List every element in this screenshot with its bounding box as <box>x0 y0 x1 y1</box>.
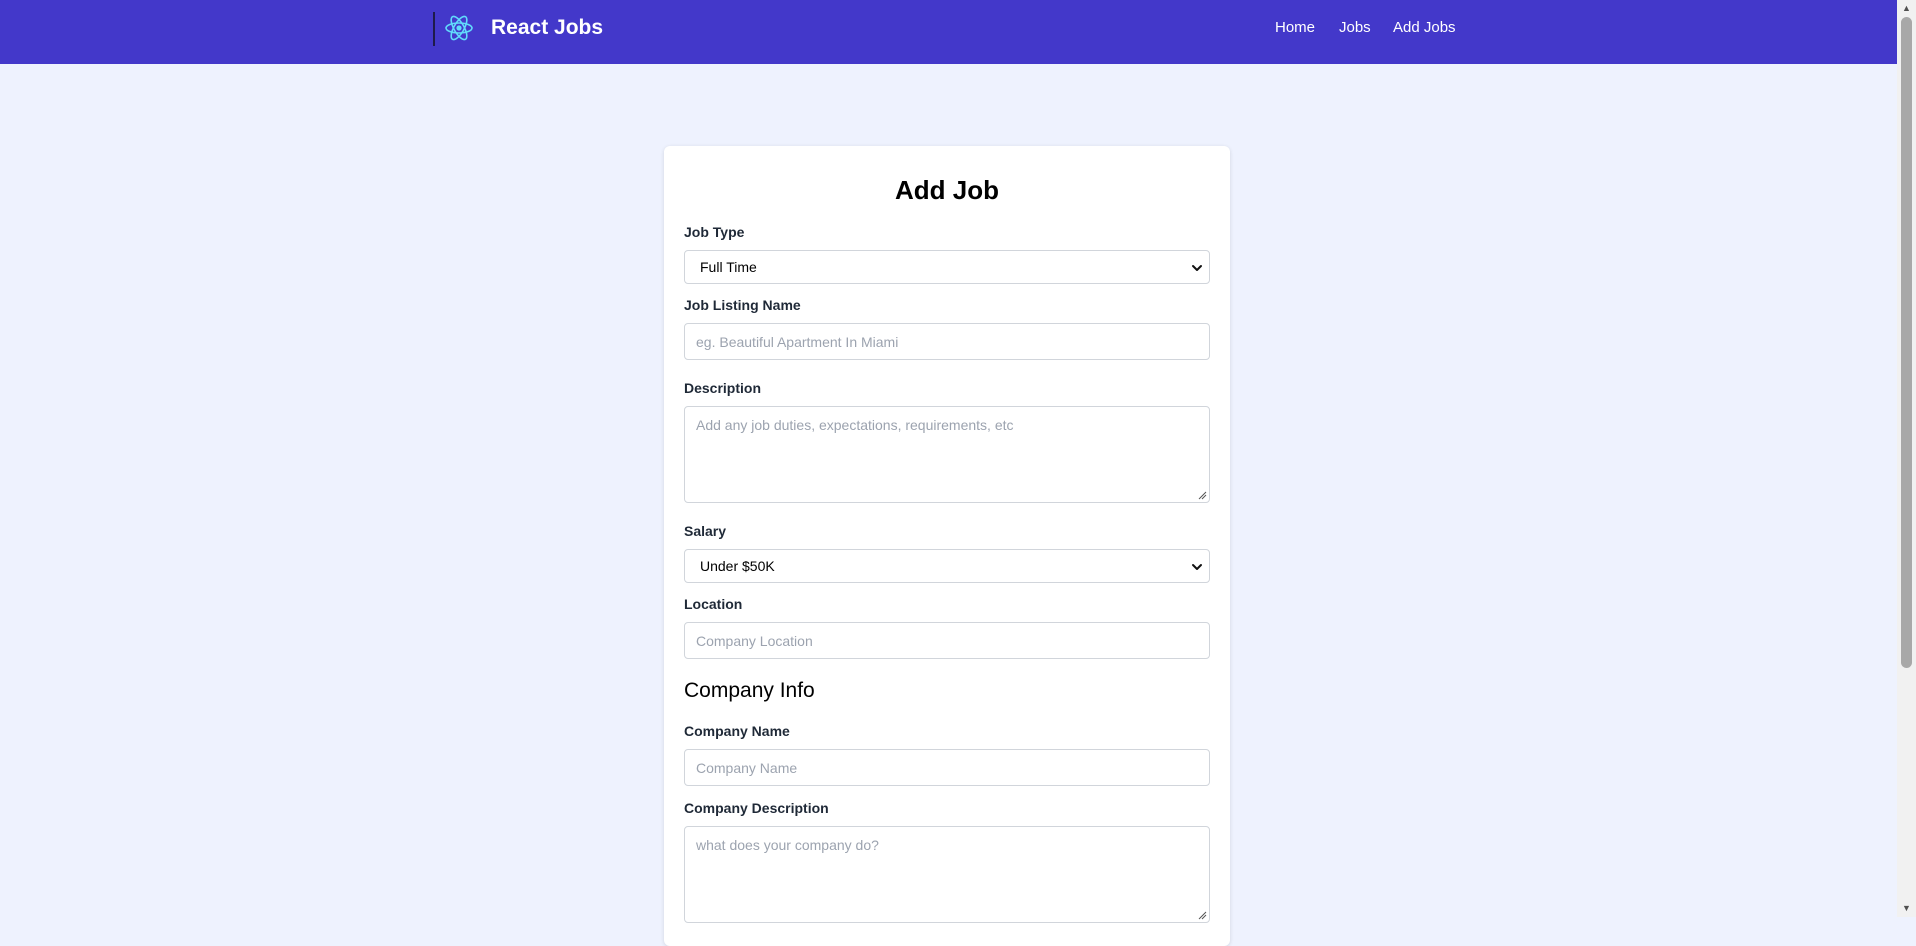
chevron-down-icon <box>1192 564 1202 570</box>
job-listing-name-input[interactable]: eg. Beautiful Apartment In Miami <box>684 323 1210 360</box>
company-description-placeholder: what does your company do? <box>696 837 879 853</box>
nav-link-home[interactable]: Home <box>1275 19 1315 37</box>
company-description-label: Company Description <box>684 800 829 816</box>
nav-divider <box>433 12 435 46</box>
job-listing-name-placeholder: eg. Beautiful Apartment In Miami <box>696 334 899 350</box>
scrollbar-thumb[interactable] <box>1901 17 1912 668</box>
salary-label: Salary <box>684 523 727 539</box>
nav-link-jobs[interactable]: Jobs <box>1339 19 1371 37</box>
scroll-down-arrow-icon[interactable]: ▼ <box>1897 900 1916 917</box>
description-label: Description <box>684 380 762 396</box>
company-name-input[interactable]: Company Name <box>684 749 1210 786</box>
job-listing-name-label: Job Listing Name <box>684 297 801 313</box>
job-type-select[interactable]: Full Time <box>684 250 1210 284</box>
salary-selected-value: Under $50K <box>700 558 775 574</box>
page-scrollbar[interactable]: ▲ ▼ <box>1897 0 1916 917</box>
salary-select[interactable]: Under $50K <box>684 549 1210 583</box>
description-placeholder: Add any job duties, expectations, requir… <box>696 417 1014 433</box>
description-textarea[interactable]: Add any job duties, expectations, requir… <box>684 406 1210 503</box>
scroll-up-arrow-icon[interactable]: ▲ <box>1897 0 1916 17</box>
location-label: Location <box>684 596 743 612</box>
resize-handle-icon[interactable] <box>1198 911 1207 920</box>
resize-handle-icon[interactable] <box>1198 491 1207 500</box>
job-type-label: Job Type <box>684 224 745 240</box>
company-name-label: Company Name <box>684 723 790 739</box>
navbar: React Jobs Home Jobs Add Jobs <box>0 0 1897 64</box>
nav-link-add-jobs[interactable]: Add Jobs <box>1393 19 1456 37</box>
brand-name[interactable]: React Jobs <box>491 15 603 41</box>
add-job-form-card: Add Job Job Type Full Time Job Listing N… <box>664 146 1230 946</box>
company-name-placeholder: Company Name <box>696 760 798 776</box>
job-type-selected-value: Full Time <box>700 259 757 275</box>
form-title: Add Job <box>895 175 999 205</box>
company-info-heading: Company Info <box>684 679 815 702</box>
location-input[interactable]: Company Location <box>684 622 1210 659</box>
location-placeholder: Company Location <box>696 633 813 649</box>
react-atom-icon[interactable] <box>444 13 474 43</box>
company-description-textarea[interactable]: what does your company do? <box>684 826 1210 923</box>
chevron-down-icon <box>1192 265 1202 271</box>
